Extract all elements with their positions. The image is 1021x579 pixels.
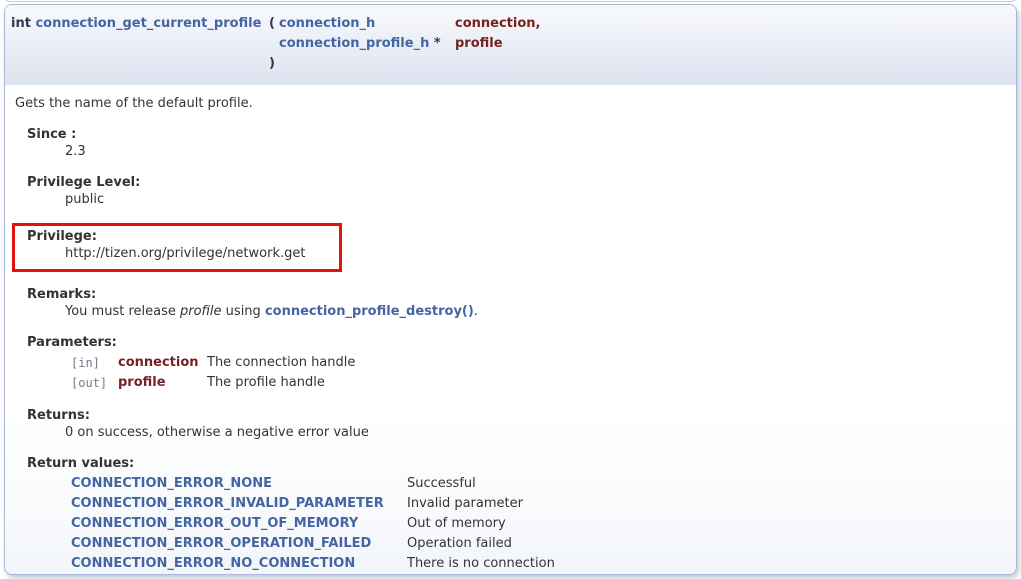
destroy-function-link[interactable]: connection_profile_destroy() [265,304,474,319]
returns-section: Returns: 0 on success, otherwise a negat… [27,408,1011,441]
remarks-param-ref: profile [180,304,222,319]
error-code-link[interactable]: CONNECTION_ERROR_OUT_OF_MEMORY [71,516,358,531]
remarks-text-before: You must release [65,304,180,319]
signature-param-name: profile [455,34,1016,54]
return-values-section: Return values: CONNECTION_ERROR_NONE Suc… [27,456,1011,575]
parameters-section: Parameters: [in] connection The connecti… [27,335,1011,393]
param-direction: [in] [71,353,118,373]
function-signature: int connection_get_current_profile ( con… [11,14,1016,74]
privilege-section: Privilege: http://tizen.org/privilege/ne… [27,229,339,262]
privilege-level-section: Privilege Level: public [27,175,1011,208]
error-code-link[interactable]: CONNECTION_ERROR_INVALID_PARAMETER [71,496,384,511]
table-row: [out] profile The profile handle [71,373,363,393]
parameters-table: [in] connection The connection handle [o… [71,353,363,393]
since-value: 2.3 [65,144,1011,160]
error-code-link[interactable]: CONNECTION_ERROR_NONE [71,476,272,491]
remarks-section: Remarks: You must release profile using … [27,287,1011,320]
error-code-description: Permission Denied [407,574,555,575]
table-row: CONNECTION_ERROR_NONE Successful [71,474,555,494]
return-values-label: Return values: [27,456,1011,472]
error-code-description: Out of memory [407,514,555,534]
error-code-link[interactable]: CONNECTION_ERROR_OPERATION_FAILED [71,536,371,551]
param-name: profile [118,373,207,393]
since-label: Since : [27,127,1011,143]
param-type-cell: connection_profile_h * [279,34,455,54]
function-doc-card: int connection_get_current_profile ( con… [4,4,1017,575]
param-name: connection [118,353,207,373]
table-row: CONNECTION_ERROR_PERMISSION_DENIED Permi… [71,574,555,575]
error-code-description: Successful [407,474,555,494]
returns-value: 0 on success, otherwise a negative error… [65,425,1011,441]
privilege-label: Privilege: [27,229,339,245]
return-values-table: CONNECTION_ERROR_NONE Successful CONNECT… [71,474,555,575]
since-section: Since : 2.3 [27,127,1011,160]
param-description: The profile handle [207,373,363,393]
remarks-text-middle: using [222,304,265,319]
param-description: The connection handle [207,353,363,373]
signature-name-cell: int connection_get_current_profile [11,14,269,34]
param-type-link[interactable]: connection_profile_h [279,36,429,51]
error-code-description: Invalid parameter [407,494,555,514]
param-type-cell: connection_h [279,14,455,34]
privilege-level-label: Privilege Level: [27,175,1011,191]
function-description: Gets the name of the default profile. [15,96,1011,112]
remarks-text: You must release profile using connectio… [65,304,1011,320]
table-row: CONNECTION_ERROR_INVALID_PARAMETER Inval… [71,494,555,514]
close-paren: ) [269,54,279,74]
signature-param-name: connection, [455,14,1016,34]
returns-label: Returns: [27,408,1011,424]
param-direction: [out] [71,373,118,393]
table-row: CONNECTION_ERROR_NO_CONNECTION There is … [71,554,555,574]
pointer-suffix: * [429,36,440,51]
parameters-label: Parameters: [27,335,1011,351]
open-paren: ( [269,14,279,34]
remarks-label: Remarks: [27,287,1011,303]
table-row: CONNECTION_ERROR_OUT_OF_MEMORY Out of me… [71,514,555,534]
return-type: int [11,16,31,31]
function-name-link[interactable]: connection_get_current_profile [35,16,261,31]
error-code-link[interactable]: CONNECTION_ERROR_NO_CONNECTION [71,556,355,571]
function-doc-body: Gets the name of the default profile. Si… [5,85,1016,575]
error-code-description: Operation failed [407,534,555,554]
privilege-value: http://tizen.org/privilege/network.get [65,246,339,262]
error-code-description: There is no connection [407,554,555,574]
previous-section-bottom-edge [4,0,1017,2]
function-signature-header: int connection_get_current_profile ( con… [5,5,1016,85]
remarks-text-after: . [474,304,478,319]
param-type-link[interactable]: connection_h [279,16,375,31]
table-row: CONNECTION_ERROR_OPERATION_FAILED Operat… [71,534,555,554]
privilege-level-value: public [65,192,1011,208]
privilege-highlight-box: Privilege: http://tizen.org/privilege/ne… [12,223,342,272]
table-row: [in] connection The connection handle [71,353,363,373]
